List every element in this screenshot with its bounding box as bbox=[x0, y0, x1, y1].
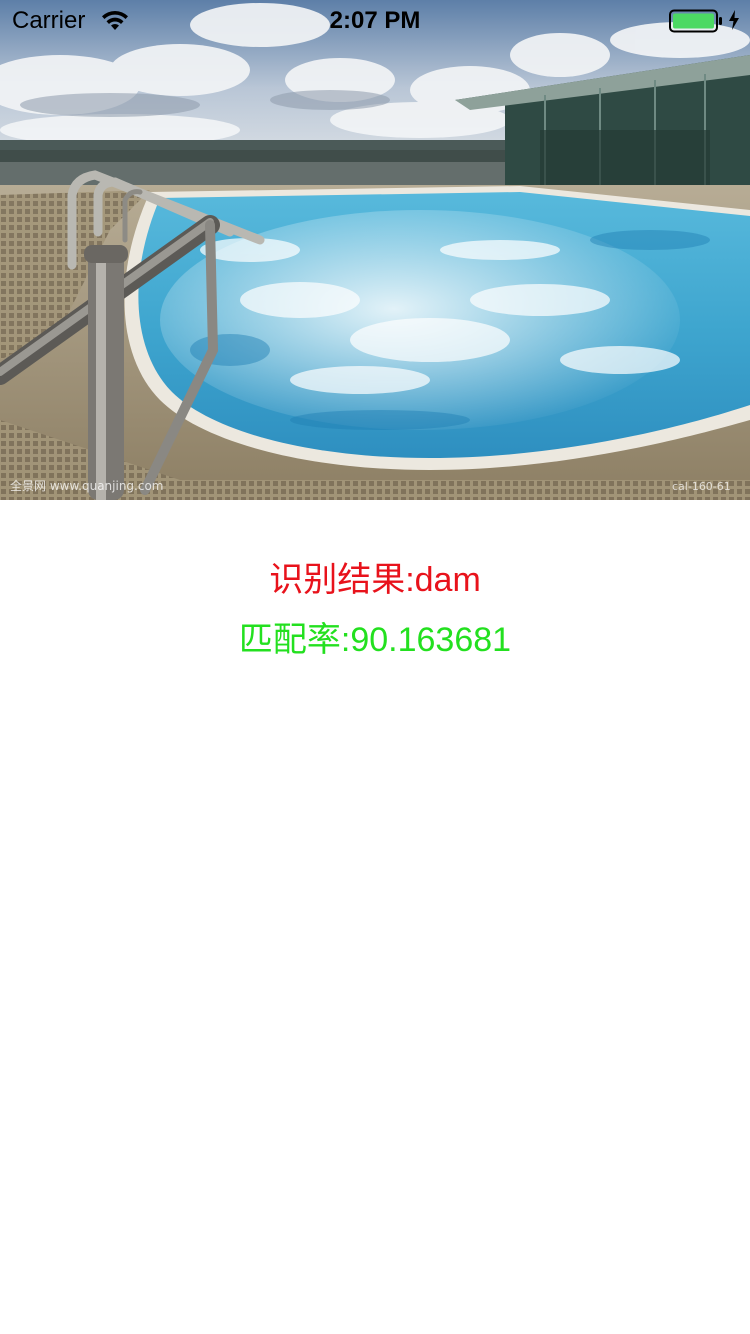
status-time: 2:07 PM bbox=[329, 7, 421, 34]
watermark-left: 全景网 www.quanjing.com bbox=[10, 478, 164, 493]
watermark-right: cal-160-61 bbox=[672, 480, 731, 493]
app-screen: 全景网 www.quanjing.com cal-160-61 Carrier … bbox=[0, 0, 750, 1334]
match-rate-label: 匹配率:90.163681 bbox=[238, 621, 512, 659]
recognition-result-label: 识别结果:dam bbox=[269, 561, 481, 599]
pool-photo: 全景网 www.quanjing.com cal-160-61 bbox=[0, 0, 750, 500]
charging-bolt-icon bbox=[727, 9, 741, 31]
status-bar: Carrier 2:07 PM bbox=[0, 0, 750, 40]
battery-full-icon bbox=[669, 9, 723, 33]
